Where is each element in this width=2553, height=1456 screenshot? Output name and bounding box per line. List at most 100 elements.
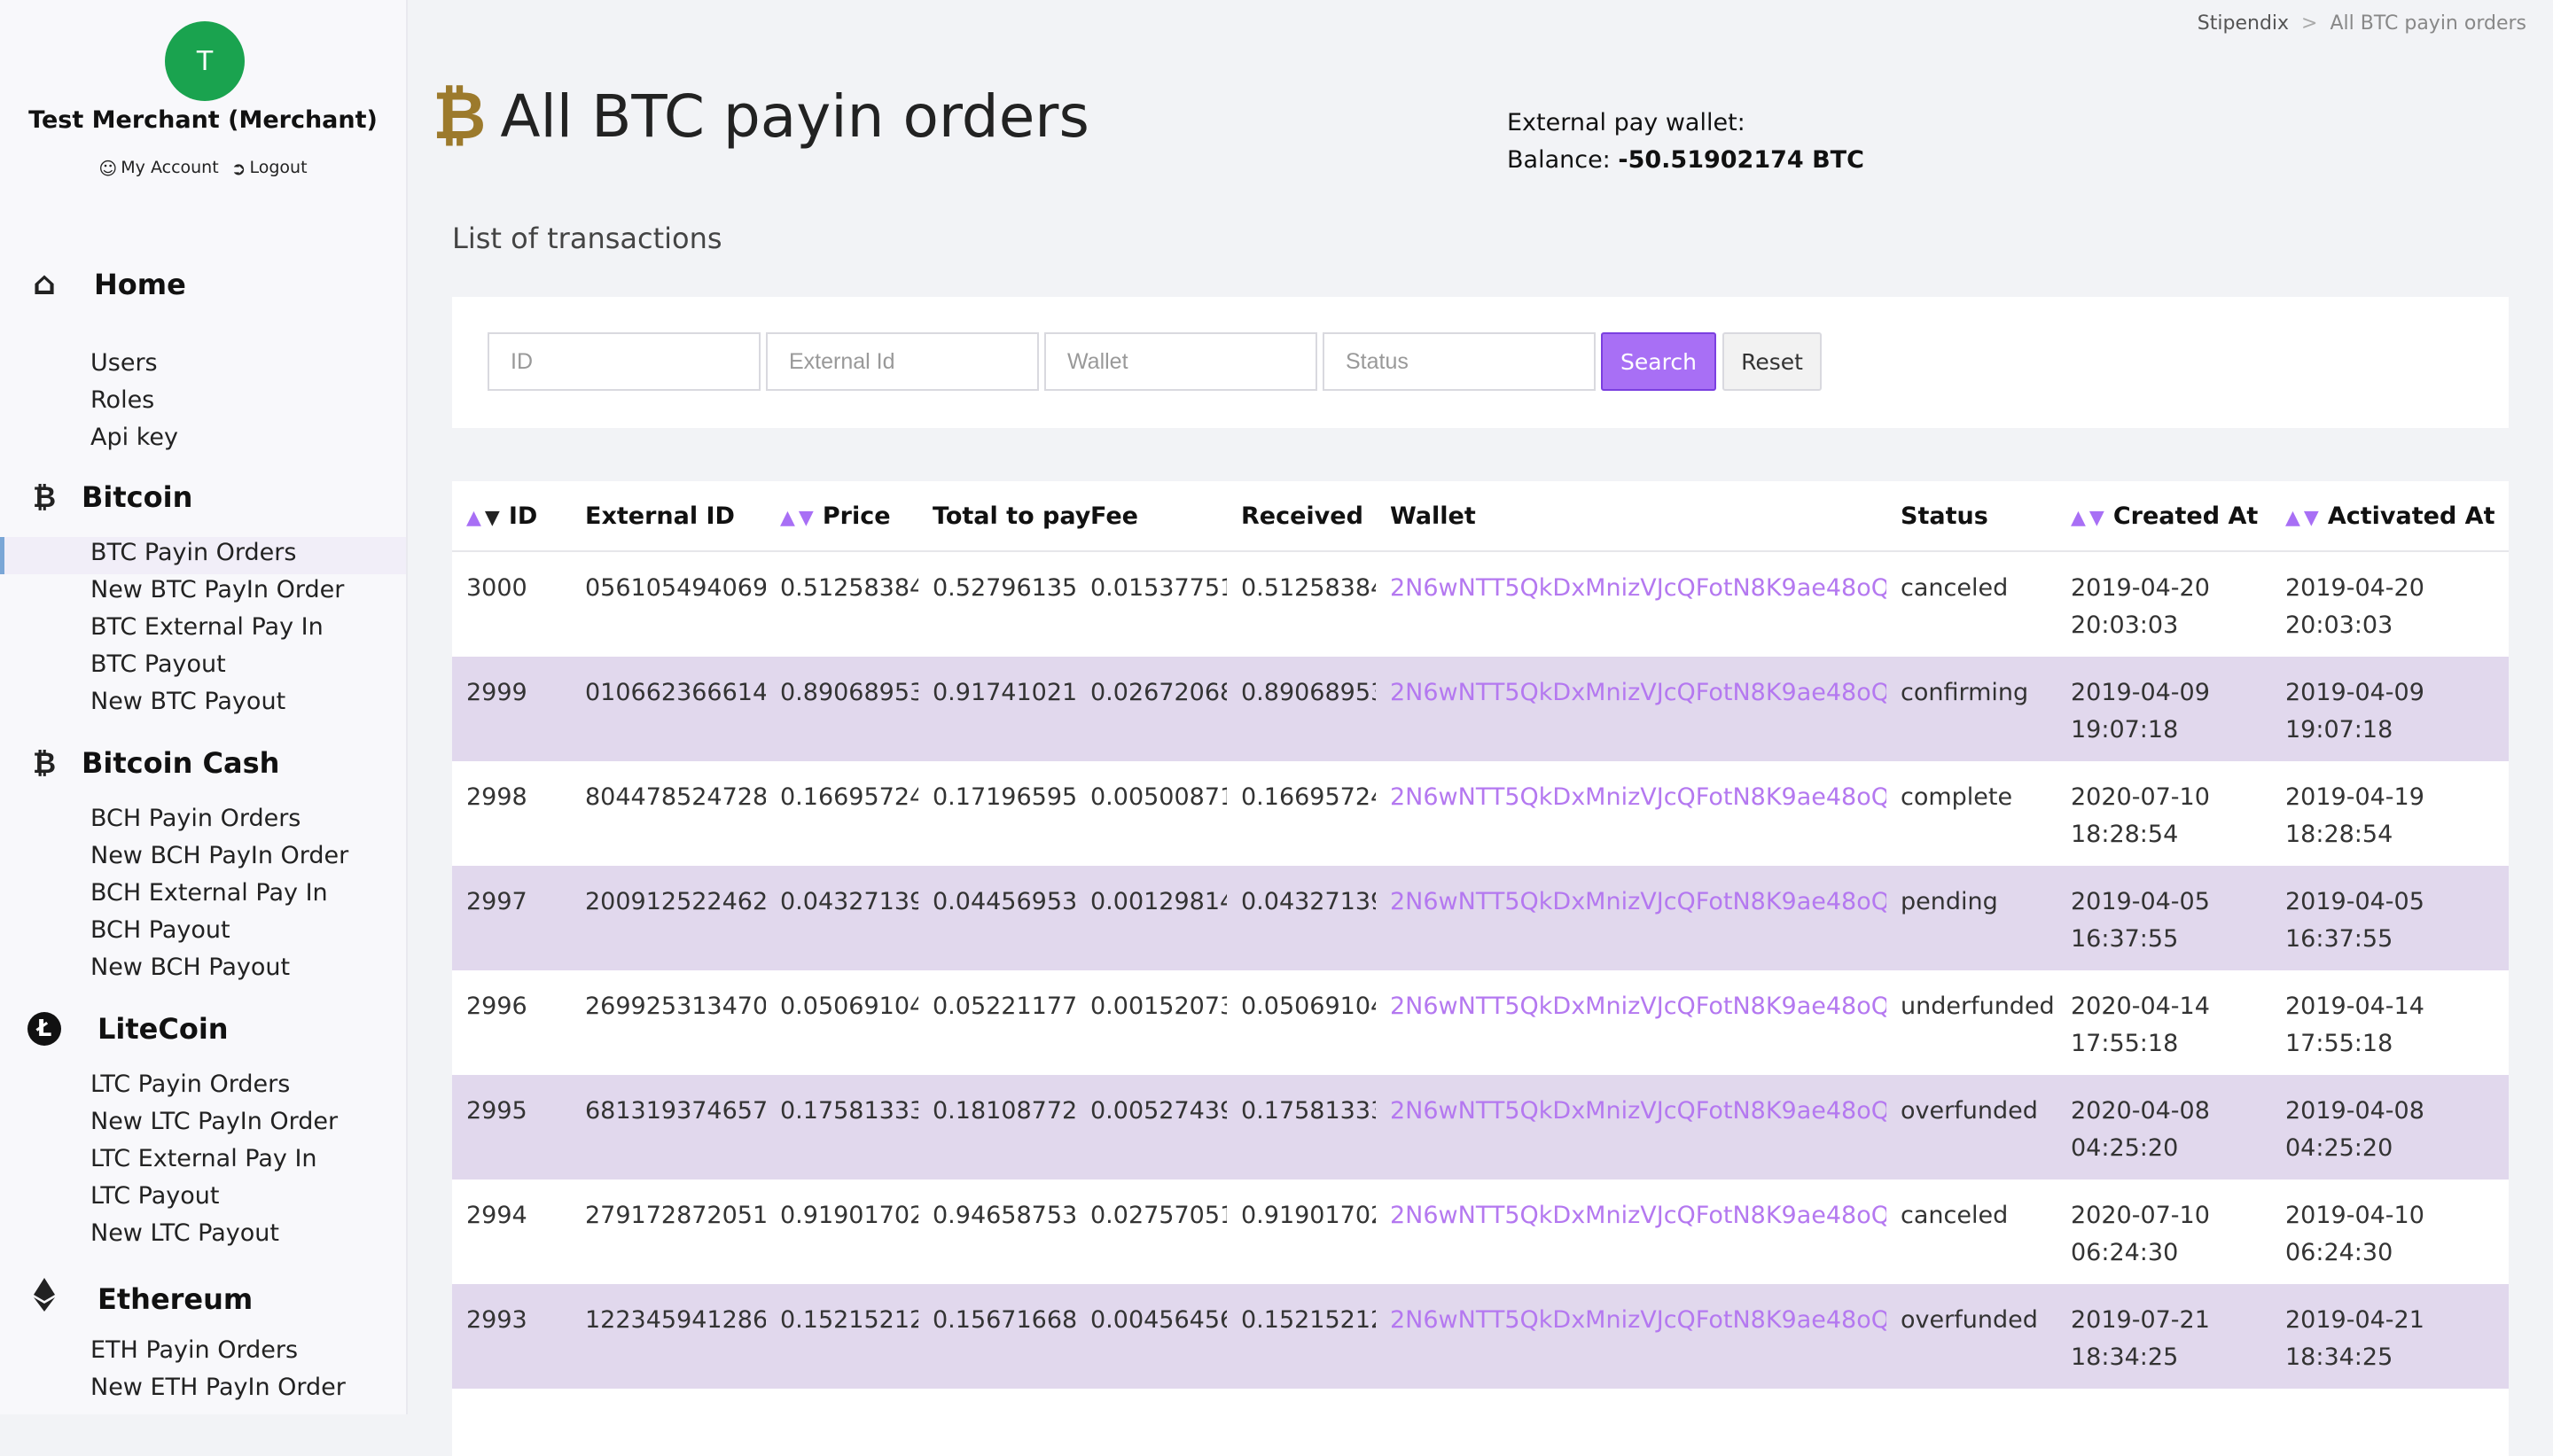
sidebar-item-bch-payin-orders[interactable]: BCH Payin Orders	[90, 805, 301, 832]
cell-received: 0.17581333	[1227, 1075, 1376, 1180]
sidebar-section-label: Home	[94, 267, 186, 301]
sidebar-section-label: Ethereum	[98, 1281, 254, 1316]
page-title: ₿ All BTC payin orders	[433, 78, 1089, 154]
column-header-label: ID	[508, 502, 538, 530]
cell-total: 0.15671668	[918, 1284, 1076, 1389]
table-row[interactable]: 2997 2009125224627 0.04327139 0.04456953…	[452, 866, 2509, 970]
table-row[interactable]: 2994 2791728720513 0.91901702 0.94658753…	[452, 1180, 2509, 1284]
cell-id: 2995	[452, 1075, 571, 1180]
wallet-filter-input[interactable]	[1044, 332, 1317, 391]
sidebar-item-new-ltc-payin-order[interactable]: New LTC PayIn Order	[90, 1108, 338, 1135]
cell-received: 0.15215212	[1227, 1284, 1376, 1389]
cell-wallet-link[interactable]: 2N6wNTT5QkDxMnizVJcQFotN8K9ae48oQ2C	[1376, 970, 1886, 1075]
table-row[interactable]: 2993 1223459412869 0.15215212 0.15671668…	[452, 1284, 2509, 1389]
reset-button[interactable]: Reset	[1722, 332, 1822, 391]
cell-total: 0.17196595	[933, 783, 1076, 811]
external-id-filter-input[interactable]	[766, 332, 1039, 391]
cell-status: confirming	[1886, 657, 2057, 761]
sidebar-item-btc-external-pay-in[interactable]: BTC External Pay In	[90, 613, 324, 641]
logout-label: Logout	[249, 158, 308, 177]
balance-value: -50.51902174 BTC	[1618, 146, 1864, 174]
sidebar-section-ethereum[interactable]: Ethereum	[27, 1278, 253, 1320]
page-title-text: All BTC payin orders	[500, 82, 1089, 151]
sidebar-item-new-bch-payout[interactable]: New BCH Payout	[90, 954, 290, 981]
sort-arrows-icon[interactable]: ▲▼	[2071, 507, 2108, 529]
sidebar-item-new-eth-payin-order[interactable]: New ETH PayIn Order	[90, 1374, 346, 1401]
cell-id: 2993	[452, 1284, 571, 1389]
sidebar-item-btc-payin-orders[interactable]: BTC Payin Orders	[90, 539, 296, 566]
status-filter-input[interactable]	[1323, 332, 1596, 391]
table-row[interactable]: 2996 2699253134709 0.05069104 0.05221177…	[452, 970, 2509, 1075]
sidebar-item-api-key[interactable]: Api key	[90, 424, 178, 451]
column-header-status: Status	[1886, 481, 2057, 552]
created-time: 06:24:30	[2071, 1239, 2179, 1266]
cell-wallet-link[interactable]: 2N6wNTT5QkDxMnizVJcQFotN8K9ae48oQ2C	[1376, 1284, 1886, 1389]
sidebar-item-users[interactable]: Users	[90, 349, 158, 377]
cell-wallet-link[interactable]: 2N6wNTT5QkDxMnizVJcQFotN8K9ae48oQ2C	[1376, 551, 1886, 657]
activated-time: 18:28:54	[2285, 821, 2393, 848]
sidebar-item-ltc-payin-orders[interactable]: LTC Payin Orders	[90, 1071, 290, 1098]
sidebar-item-roles[interactable]: Roles	[90, 386, 154, 414]
created-date: 2019-04-05	[2071, 888, 2210, 915]
breadcrumb-root-link[interactable]: Stipendix	[2198, 12, 2289, 35]
column-header-label: Status	[1901, 502, 1988, 530]
sidebar-item-new-bch-payin-order[interactable]: New BCH PayIn Order	[90, 842, 348, 869]
activated-time: 18:34:25	[2285, 1343, 2393, 1371]
search-button[interactable]: Search	[1601, 332, 1716, 391]
cell-total: 0.05221177	[933, 993, 1076, 1020]
cell-fee: 0.01537751	[1090, 574, 1227, 602]
cell-wallet-link[interactable]: 2N6wNTT5QkDxMnizVJcQFotN8K9ae48oQ2C	[1376, 866, 1886, 970]
sidebar-item-bch-external-pay-in[interactable]: BCH External Pay In	[90, 879, 328, 907]
table-row[interactable]: 2995 6813193746570 0.17581333 0.18108772…	[452, 1075, 2509, 1180]
cell-price: 0.04327139	[766, 866, 918, 970]
activated-time: 16:37:55	[2285, 925, 2393, 953]
cell-total: 0.04456953	[918, 866, 1076, 970]
activated-date: 2019-04-20	[2285, 574, 2424, 602]
sidebar-item-eth-payin-orders[interactable]: ETH Payin Orders	[90, 1336, 298, 1364]
cell-wallet-link[interactable]: 2N6wNTT5QkDxMnizVJcQFotN8K9ae48oQ2C	[1376, 657, 1886, 761]
sort-arrows-icon[interactable]: ▲▼	[780, 507, 817, 529]
column-header-id[interactable]: ▲▼ ID	[452, 481, 571, 552]
home-icon: ⌂	[33, 266, 56, 302]
cell-external-id: 1223459412869	[571, 1284, 766, 1389]
created-time: 19:07:18	[2071, 716, 2179, 744]
table-row[interactable]: 3000 0561054940693 0.51258384 0.52796135…	[452, 551, 2509, 657]
cell-status: complete	[1901, 783, 2013, 811]
sort-arrows-icon[interactable]: ▲▼	[2285, 507, 2323, 529]
cell-wallet-link[interactable]: 2N6wNTT5QkDxMnizVJcQFotN8K9ae48oQ2C	[1376, 1075, 1886, 1180]
activated-time: 20:03:03	[2285, 611, 2393, 639]
sidebar-section-bitcoin[interactable]: ₿ Bitcoin	[27, 480, 192, 514]
sidebar-item-new-btc-payin-order[interactable]: New BTC PayIn Order	[90, 576, 344, 603]
sidebar-item-new-ltc-payout[interactable]: New LTC Payout	[90, 1219, 279, 1247]
activated-time: 17:55:18	[2285, 1030, 2393, 1057]
sidebar-section-bitcoin-cash[interactable]: ₿ Bitcoin Cash	[27, 746, 279, 780]
table-row[interactable]: 2998 8044785247283 0.16695724 0.17196595…	[452, 761, 2509, 866]
column-header-fee: Fee	[1076, 481, 1227, 552]
cell-price: 0.17581333	[766, 1075, 918, 1180]
sort-arrows-icon[interactable]: ▲▼	[466, 507, 504, 529]
sidebar-item-ltc-external-pay-in[interactable]: LTC External Pay In	[90, 1145, 317, 1172]
sidebar-item-new-btc-payout[interactable]: New BTC Payout	[90, 688, 285, 715]
sidebar-section-home[interactable]: ⌂ Home	[27, 266, 186, 302]
cell-wallet-link[interactable]: 2N6wNTT5QkDxMnizVJcQFotN8K9ae48oQ2C	[1376, 761, 1886, 866]
sidebar-item-btc-payout[interactable]: BTC Payout	[90, 650, 226, 678]
column-header-price[interactable]: ▲▼ Price	[766, 481, 918, 552]
logout-link[interactable]: ➲ Logout	[230, 158, 309, 179]
avatar[interactable]: T	[165, 21, 245, 101]
sidebar-item-bch-payout[interactable]: BCH Payout	[90, 916, 230, 944]
sidebar-section-litecoin[interactable]: Ł LiteCoin	[27, 1012, 229, 1046]
cell-received: 0.51258384	[1241, 574, 1376, 602]
column-header-created-at[interactable]: ▲▼ Created At	[2057, 481, 2271, 552]
cell-fee: 0.00527439	[1076, 1075, 1227, 1180]
column-header-total-to-pay: Total to pay	[918, 481, 1090, 552]
id-filter-input[interactable]	[488, 332, 761, 391]
cell-wallet-link[interactable]: 2N6wNTT5QkDxMnizVJcQFotN8K9ae48oQ2C	[1376, 1180, 1886, 1284]
created-date: 2019-07-21	[2071, 1306, 2210, 1334]
my-account-link[interactable]: ☺ My Account	[97, 158, 220, 179]
sidebar-item-ltc-payout[interactable]: LTC Payout	[90, 1182, 219, 1210]
column-header-activated-at[interactable]: ▲▼ Activated At	[2271, 481, 2509, 552]
cell-external-id: 0106623666149	[571, 657, 766, 761]
balance-label: Balance:	[1507, 146, 1611, 174]
table-row[interactable]: 2999 0106623666149 0.89068953 0.91741021…	[452, 657, 2509, 761]
cell-created-at: 2019-04-09 19:07:18	[2057, 657, 2271, 761]
